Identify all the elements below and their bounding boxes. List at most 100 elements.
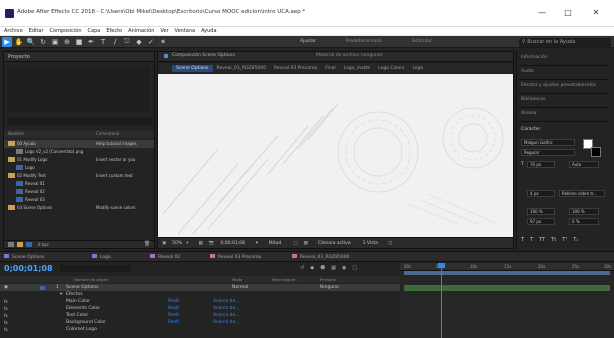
baseline-shift-field[interactable]: 97 px	[527, 218, 555, 225]
comp-marker-icon[interactable]: ↺	[300, 265, 304, 271]
workspace-predeterminado[interactable]: Predeterminado	[346, 39, 382, 44]
effect-property[interactable]: fx Text Color Restl Acerca de...	[0, 312, 400, 319]
col-mode[interactable]: Modo	[232, 276, 242, 283]
channel-icon[interactable]: ⚫	[255, 241, 259, 246]
timeline-tab[interactable]: Logo	[92, 254, 111, 260]
col-trackmatte[interactable]: Mate seguim	[272, 276, 297, 283]
timeline-tab[interactable]: Reveal 02	[150, 254, 180, 260]
always-preview-icon[interactable]: ▣	[162, 241, 166, 246]
motion-blur-icon[interactable]: ◉	[342, 265, 346, 271]
brush-tool-icon[interactable]: ∕	[110, 37, 120, 47]
font-size-field[interactable]: 70 px	[527, 161, 555, 168]
menu-editar[interactable]: Editar	[29, 28, 44, 34]
stamp-tool-icon[interactable]: ⎋	[122, 37, 132, 47]
layer-parent[interactable]: Ninguno	[320, 284, 339, 291]
tsume-field[interactable]: 0 %	[569, 218, 599, 225]
zoom-tool-icon[interactable]: 🔍	[26, 37, 36, 47]
lock-icon[interactable]	[164, 54, 168, 58]
leading-field[interactable]: Auto	[569, 161, 599, 168]
zoom-dropdown[interactable]: 50%	[172, 241, 182, 246]
composition-tab[interactable]: Composición Scene Options	[172, 53, 235, 58]
timeline-graph[interactable]: 00s 05s 10s 15s 20s 25s 30s	[400, 263, 614, 338]
breadcrumb-item[interactable]: Logo_matte	[340, 65, 374, 72]
hand-tool-icon[interactable]: ✋	[14, 37, 24, 47]
stroke-color-swatch[interactable]	[591, 147, 601, 157]
roto-brush-tool-icon[interactable]: ✓	[146, 37, 156, 47]
layer-mode[interactable]: Normal	[232, 284, 248, 291]
timeline-layer[interactable]: ◉ 1 Scene Options Normal Ninguno	[0, 284, 400, 291]
shape-tool-icon[interactable]: ■	[74, 37, 84, 47]
horizontal-scale-field[interactable]: 100 %	[569, 208, 599, 215]
camera-dropdown[interactable]: Cámara activa	[318, 241, 351, 246]
comp-timecode[interactable]: 0;00;01;08	[220, 241, 245, 246]
project-item[interactable]: Reveal 02	[4, 188, 154, 196]
layer-duration-bar[interactable]	[404, 285, 610, 291]
small-caps-icon[interactable]: Tt	[551, 237, 556, 243]
font-family-dropdown[interactable]: Malgun Gothic	[521, 139, 575, 146]
menu-composicion[interactable]: Composición	[50, 28, 82, 34]
puppet-tool-icon[interactable]: ✶	[158, 37, 168, 47]
timeline-tab[interactable]: Reveal_03_ROZ85000	[292, 254, 349, 260]
panel-caracter[interactable]: Carácter	[521, 127, 540, 132]
effect-property[interactable]: fx Elements Color Restl Acerca de...	[0, 305, 400, 312]
col-parent[interactable]: Primario	[320, 276, 336, 283]
stroke-mode-dropdown[interactable]: Relleno sobre tr...	[559, 190, 605, 197]
view-options-icon[interactable]: ◫	[388, 241, 392, 246]
col-comment[interactable]: Comentario	[96, 130, 119, 138]
work-area-bar[interactable]	[404, 271, 610, 275]
timeline-timecode[interactable]: 0;00;01;08	[4, 264, 53, 273]
breadcrumb-item[interactable]: Logo	[408, 65, 427, 72]
pen-tool-icon[interactable]: ✒	[86, 37, 96, 47]
maximize-button[interactable]: □	[558, 6, 578, 20]
region-of-interest-icon[interactable]: □	[293, 241, 297, 246]
menu-capa[interactable]: Capa	[88, 28, 101, 34]
effect-property[interactable]: fx Background Color Restl Acerca de...	[0, 319, 400, 326]
project-item[interactable]: Logo V2_v2 [Convertido].png	[4, 148, 154, 156]
workspace-ajustar[interactable]: Ajustar	[300, 39, 316, 44]
vertical-scale-field[interactable]: 100 %	[527, 208, 555, 215]
project-item[interactable]: Reveal 03	[4, 196, 154, 204]
font-style-dropdown[interactable]: Regular	[521, 149, 575, 156]
shy-icon[interactable]: ☻	[320, 265, 325, 271]
interpret-footage-icon[interactable]	[8, 242, 14, 247]
workspace-estandar[interactable]: Estándar	[412, 39, 432, 44]
close-button[interactable]: ✕	[586, 6, 606, 20]
timeline-tab[interactable]: Reveal 03 Precomp	[210, 254, 261, 260]
subscript-icon[interactable]: T₁	[573, 237, 578, 243]
menu-ver[interactable]: Ver	[160, 28, 168, 34]
frame-blend-icon[interactable]: ▦	[331, 265, 336, 271]
help-search-input[interactable]: ⚲ Buscar en la Ayuda	[519, 38, 611, 47]
project-item[interactable]: 03 Scene Options Modify scene colors	[4, 204, 154, 212]
panel-efectos[interactable]: Efectos y ajustes preestablecidos	[521, 83, 596, 88]
panel-informacion[interactable]: Información	[521, 55, 548, 60]
stroke-width-field[interactable]: 4 px	[527, 190, 555, 197]
project-panel-title[interactable]: Proyecto	[4, 52, 154, 62]
label-color-icon[interactable]	[40, 286, 45, 290]
effect-property[interactable]: fx Main Color Restl Acerca de...	[0, 298, 400, 305]
breadcrumb-item[interactable]: Logo Colors	[374, 65, 408, 72]
eraser-tool-icon[interactable]: ◆	[134, 37, 144, 47]
views-dropdown[interactable]: 1 Vista	[363, 241, 378, 246]
disclosure-triangle-icon[interactable]: ▾	[60, 291, 62, 298]
col-name[interactable]: Nombre	[8, 131, 24, 136]
timeline-tab[interactable]: Scene Options	[4, 254, 45, 260]
selection-tool-icon[interactable]: ▶	[2, 36, 12, 47]
resolution-dropdown[interactable]: Mitad	[269, 241, 282, 246]
pan-behind-tool-icon[interactable]: ⊕	[62, 37, 72, 47]
menu-efecto[interactable]: Efecto	[106, 28, 122, 34]
playhead-handle[interactable]	[438, 263, 445, 268]
footage-tab[interactable]: Material de archivo (ninguno)	[316, 53, 382, 58]
panel-audio[interactable]: Audio	[521, 69, 534, 74]
composition-viewer[interactable]	[158, 74, 513, 237]
transparency-grid-icon[interactable]: ▩	[304, 241, 308, 246]
menu-ventana[interactable]: Ventana	[175, 28, 196, 34]
menu-archivo[interactable]: Archivo	[4, 28, 23, 34]
col-source-name[interactable]: Nombre de origen	[74, 276, 108, 283]
new-folder-icon[interactable]	[17, 242, 23, 247]
project-item[interactable]: Logo	[4, 164, 154, 172]
menu-ayuda[interactable]: Ayuda	[201, 28, 216, 34]
project-item[interactable]: Reveal 01	[4, 180, 154, 188]
breadcrumb-item[interactable]: Final	[321, 65, 339, 72]
superscript-icon[interactable]: T¹	[562, 237, 567, 243]
project-item[interactable]: 02 Modify Text Insert custom text	[4, 172, 154, 180]
